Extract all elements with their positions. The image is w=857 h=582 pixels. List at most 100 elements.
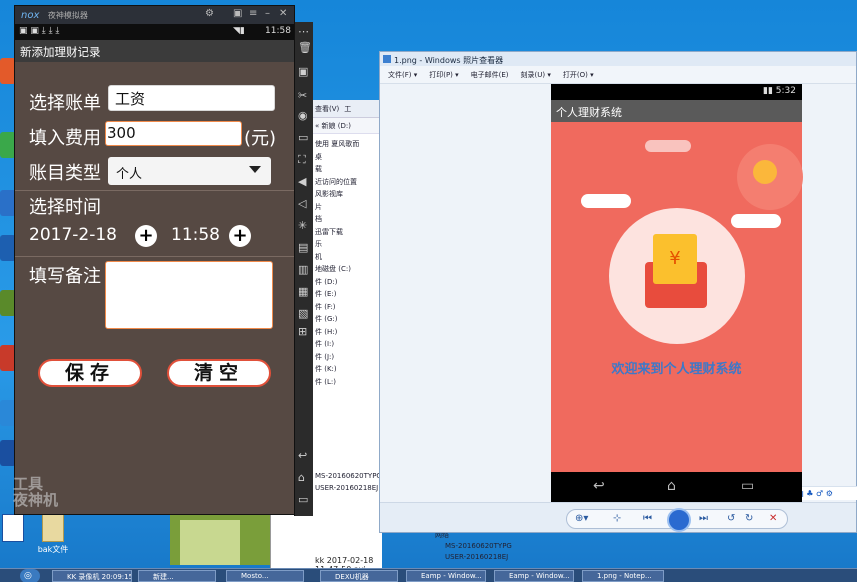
explorer-nav-item[interactable]: 件 (J:) (315, 351, 382, 364)
menu-open[interactable]: 打开(O) ▾ (563, 70, 594, 80)
recents-icon[interactable]: ▭ (298, 494, 308, 506)
type-select-value: 个人 (116, 167, 143, 182)
scissors-icon[interactable]: ✂ (298, 90, 307, 102)
explorer-nav-item[interactable]: 机 (315, 251, 382, 264)
shake-icon[interactable]: ▦ (298, 286, 308, 298)
windows-start-icon[interactable]: ◎ (24, 571, 32, 581)
next-icon[interactable]: ⏭ (699, 513, 708, 524)
time-value: 11:58 (171, 225, 220, 245)
taskbar-item[interactable]: Eamp - Window... (494, 570, 574, 582)
menu-file[interactable]: 文件(F) ▾ (388, 70, 417, 80)
desktop-file-icon[interactable] (0, 514, 32, 558)
screenshot-icon[interactable]: ▣ (298, 66, 308, 78)
network-item[interactable]: USER-20160218EJ (435, 552, 565, 563)
explorer-nav-item[interactable]: 乐 (315, 238, 382, 251)
keyboard-icon[interactable]: ⚙ (205, 8, 214, 19)
explorer-nav-item[interactable]: 桌 (315, 151, 382, 164)
previous-icon[interactable]: ⏮ (643, 513, 652, 524)
explorer-nav-item[interactable]: 档 (315, 213, 382, 226)
explorer-nav-item[interactable]: 件 (L:) (315, 376, 382, 389)
volume-up-icon[interactable]: ◀ (298, 176, 306, 188)
amount-input[interactable]: 300 (105, 121, 242, 146)
recents-icon[interactable]: ▭ (741, 478, 754, 494)
clear-button[interactable]: 清空 (167, 359, 271, 387)
add-icon[interactable]: ⊞ (298, 326, 307, 338)
yuan-card-icon: ¥ (653, 234, 697, 284)
explorer-nav-item[interactable]: 件 (I:) (315, 338, 382, 351)
back-icon[interactable]: ↩ (298, 450, 307, 462)
type-select[interactable]: 个人 (108, 157, 271, 185)
viewer-menu-bar: 文件(F) ▾ 打印(P) ▾ 电子邮件(E) 刻录(U) ▾ 打开(O) ▾ (380, 66, 856, 84)
explorer-nav-item[interactable]: 件 (H:) (315, 326, 382, 339)
taskbar-item[interactable]: KK 录像机 20:09:15 (52, 570, 132, 582)
explorer-nav-item[interactable]: 载 (315, 163, 382, 176)
menu-email[interactable]: 电子邮件(E) (471, 70, 509, 80)
explorer-nav-item[interactable]: 件 (F:) (315, 301, 382, 314)
file-icon[interactable]: ▥ (298, 264, 308, 276)
save-button[interactable]: 保存 (38, 359, 142, 387)
explorer-nav-item[interactable]: 风影视库 (315, 188, 382, 201)
signal-icon: ▮▮ (763, 86, 776, 96)
explorer-nav-item[interactable]: 近访问的位置 (315, 176, 382, 189)
explorer-nav-item[interactable]: MS-20160620TYPG (315, 470, 383, 482)
rotate-right-icon[interactable]: ↻ (745, 513, 753, 524)
note-textarea[interactable] (105, 261, 273, 329)
location-icon[interactable]: ◉ (298, 110, 308, 122)
taskbar-item[interactable]: 新建... (138, 570, 216, 582)
more-icon[interactable]: ⋯ (298, 26, 309, 38)
android-status-bar: ▣ ▣ ⤓ ⤓ ⤓ ◥▮ 11:58 (15, 24, 294, 40)
network-item[interactable]: MS-20160620TYPG (435, 541, 565, 552)
explorer-nav-item[interactable]: 件 (E:) (315, 288, 382, 301)
desktop-file-icon[interactable]: bak文件 (34, 514, 72, 558)
explorer-nav-item[interactable]: 片 (315, 201, 382, 214)
screen-icon[interactable]: ▭ (298, 132, 308, 144)
explorer-nav-item[interactable]: 件 (G:) (315, 313, 382, 326)
viewer-title: 1.png - Windows 照片查看器 (394, 56, 504, 65)
install-icon[interactable]: ▤ (298, 242, 308, 254)
zoom-icon[interactable]: ⊕▾ (575, 513, 588, 524)
phone-app-title: 个人理财系统 (551, 100, 802, 122)
cloud-icon (731, 214, 781, 228)
taskbar-item[interactable]: Eamp - Window... (406, 570, 486, 582)
minimize-icon[interactable]: – (265, 8, 270, 19)
rotate-left-icon[interactable]: ↺ (727, 513, 735, 524)
phone-screenshot-image: ▮▮ 5:32 个人理财系统 ¥ 欢迎来到个人理财系统 ↩ ⌂ ▭ (551, 84, 803, 502)
time-plus-button[interactable]: + (229, 225, 251, 247)
explorer-nav-item[interactable]: 件 (D:) (315, 276, 382, 289)
close-icon[interactable]: ✕ (279, 8, 287, 19)
delete-icon[interactable]: ✕ (769, 513, 777, 524)
explorer-nav-item[interactable]: 地磁盘 (C:) (315, 263, 382, 276)
menu-burn[interactable]: 刻录(U) ▾ (521, 70, 551, 80)
explorer-network-panel: 网络 MS-20160620TYPG USER-20160218EJ (435, 530, 565, 563)
sun-icon (753, 160, 777, 184)
explorer-nav-item[interactable]: 迅雷下载 (315, 226, 382, 239)
loading-icon[interactable]: ✳ (298, 220, 307, 232)
explorer-nav-item[interactable]: 使用 夏风歌而 (315, 138, 382, 151)
date-plus-button[interactable]: + (135, 225, 157, 247)
back-icon[interactable]: ↩ (593, 478, 605, 494)
fit-icon[interactable]: ⊹ (613, 513, 621, 524)
taskbar-item[interactable]: DEXU机器 (320, 570, 398, 582)
wifi-icon: ◥▮ (233, 26, 245, 36)
home-icon[interactable]: ⌂ (667, 478, 676, 494)
settings-icon[interactable]: ▣ (233, 8, 242, 19)
menu-print[interactable]: 打印(P) ▾ (429, 70, 458, 80)
slideshow-button[interactable] (667, 508, 691, 532)
emulator-title-bar: nox 夜神模拟器 ⚙ ▣ ≡ – ✕ (15, 6, 294, 24)
menu-tools[interactable]: 工 (344, 104, 351, 114)
explorer-nav-item[interactable]: 件 (K:) (315, 363, 382, 376)
home-icon[interactable]: ⌂ (298, 472, 305, 484)
trash-icon[interactable]: 🗑 (298, 42, 312, 54)
nox-emulator-window: nox 夜神模拟器 ⚙ ▣ ≡ – ✕ ▣ ▣ ⤓ ⤓ ⤓ ◥▮ 11:58 新… (13, 5, 295, 515)
account-input[interactable]: 工资 (108, 85, 275, 111)
fullscreen-icon[interactable]: ⛶ (298, 154, 306, 166)
multi-window-icon[interactable]: ▧ (298, 308, 308, 320)
taskbar-item[interactable]: 1.png - Notep... (582, 570, 664, 582)
menu-icon[interactable]: ≡ (249, 8, 257, 19)
menu-view[interactable]: 查看(V) (315, 104, 339, 114)
taskbar-item[interactable]: Mosto... (226, 570, 304, 582)
phone-nav-bar: ↩ ⌂ ▭ (551, 472, 802, 502)
volume-down-icon[interactable]: ◁ (298, 198, 306, 210)
explorer-nav-item[interactable]: USER-20160218EJ (315, 482, 383, 494)
viewer-bottom-toolbar: ⊕▾ ⊹ ⏮ ⏭ ↺ ↻ ✕ (380, 502, 856, 532)
